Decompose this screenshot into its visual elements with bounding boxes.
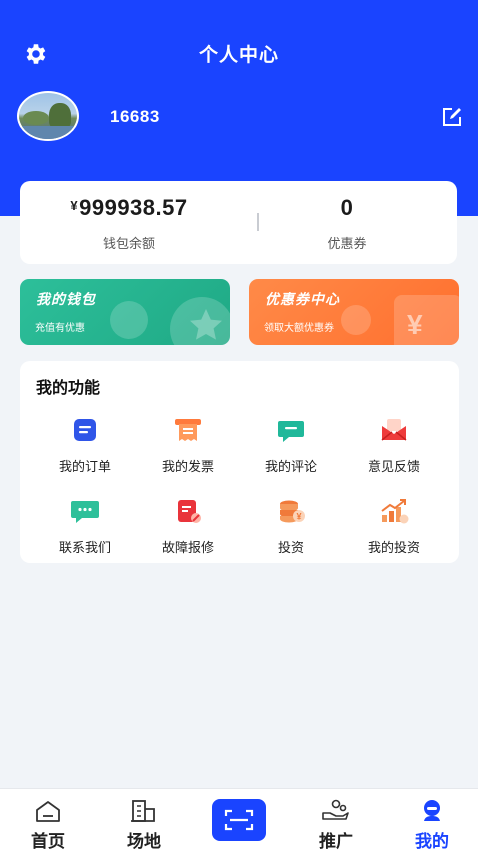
feedback-label: 意见反馈 xyxy=(367,459,420,474)
comment-icon xyxy=(278,421,304,442)
coupon-count[interactable]: 0 优惠券 xyxy=(238,195,456,252)
contact-icon xyxy=(71,501,99,523)
wallet-promo-title: 我的钱包 xyxy=(36,291,96,307)
wallet-amount: 999938.57 xyxy=(79,195,188,220)
contact-us-label: 联系我们 xyxy=(58,540,111,555)
coupon-count-label: 优惠券 xyxy=(327,236,367,251)
coupon-center-card[interactable]: ¥ 优惠券中心 领取大额优惠券 xyxy=(249,279,459,345)
repair-report-button[interactable]: 故障报修 xyxy=(133,497,243,557)
balance-card: ¥999938.57 钱包余额 0 优惠券 xyxy=(20,181,457,264)
tab-mine[interactable]: 我的 xyxy=(384,799,478,850)
contact-us-button[interactable]: 联系我们 xyxy=(30,497,140,557)
feedback-button[interactable]: 意见反馈 xyxy=(339,416,449,476)
scan-icon xyxy=(224,809,254,831)
repair-report-label: 故障报修 xyxy=(161,540,214,555)
coupon-count-value: 0 xyxy=(340,195,354,220)
scan-button[interactable] xyxy=(212,799,266,841)
wallet-balance-label: 钱包余额 xyxy=(102,236,155,251)
svg-text:¥: ¥ xyxy=(296,512,301,522)
wallet-balance[interactable]: ¥999938.57 钱包余额 xyxy=(20,195,238,252)
avatar[interactable] xyxy=(17,91,79,141)
my-orders-button[interactable]: 我的订单 xyxy=(30,416,140,476)
username: 16683 xyxy=(110,107,160,126)
my-investment-button[interactable]: 我的投资 xyxy=(339,497,449,557)
building-icon xyxy=(131,800,155,822)
user-icon xyxy=(424,800,440,821)
edit-icon[interactable] xyxy=(441,106,463,128)
hand-coins-icon xyxy=(322,799,349,820)
my-investment-label: 我的投资 xyxy=(367,540,420,555)
tab-promotion[interactable]: 推广 xyxy=(288,799,384,850)
my-comments-label: 我的评论 xyxy=(264,459,317,474)
my-comments-button[interactable]: 我的评论 xyxy=(236,416,346,476)
repair-icon xyxy=(178,500,201,523)
star-icon xyxy=(190,309,222,340)
investment-coins-icon: ¥ xyxy=(280,500,305,523)
tab-promotion-label: 推广 xyxy=(319,832,353,850)
tab-venue-label: 场地 xyxy=(127,832,161,850)
yen-coupon-icon: ¥ xyxy=(407,309,423,340)
tab-mine-label: 我的 xyxy=(415,832,449,850)
tab-home-label: 首页 xyxy=(31,832,65,850)
tab-home[interactable]: 首页 xyxy=(0,799,96,850)
home-icon xyxy=(36,801,60,822)
my-orders-label: 我的订单 xyxy=(58,459,111,474)
tab-venue[interactable]: 场地 xyxy=(96,799,192,850)
bottom-tab-bar: 首页 场地 推广 我的 xyxy=(0,788,478,850)
coupon-promo-subtitle: 领取大额优惠券 xyxy=(264,323,334,334)
order-icon xyxy=(74,419,96,441)
feedback-icon xyxy=(381,419,407,441)
page-title: 个人中心 xyxy=(198,45,279,66)
my-invoices-label: 我的发票 xyxy=(161,459,214,474)
my-investment-icon xyxy=(381,499,409,524)
coupon-promo-title: 优惠券中心 xyxy=(265,291,340,307)
my-functions-card: 我的功能 我的订单 我的发票 我的评论 意见反馈 联系我们 故障报修 ¥ 投资 … xyxy=(20,361,459,563)
currency-symbol: ¥ xyxy=(70,198,79,213)
my-invoices-button[interactable]: 我的发票 xyxy=(133,416,243,476)
invoice-icon xyxy=(175,419,201,441)
wallet-promo-subtitle: 充值有优惠 xyxy=(35,323,85,334)
investment-label: 投资 xyxy=(277,540,304,555)
functions-title: 我的功能 xyxy=(36,380,101,397)
my-wallet-card[interactable]: 我的钱包 充值有优惠 xyxy=(20,279,230,345)
investment-button[interactable]: ¥ 投资 xyxy=(236,497,346,557)
